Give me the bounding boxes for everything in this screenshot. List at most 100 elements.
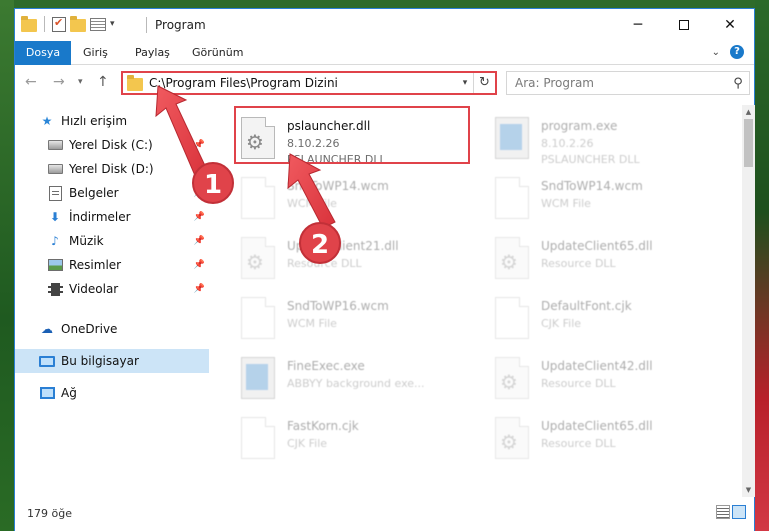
folder-icon <box>21 15 37 32</box>
tab-view[interactable]: Görünüm <box>180 41 255 65</box>
pin-icon[interactable]: 📌 <box>194 188 205 198</box>
navigation-pane: ★ Hızlı erişim Yerel Disk (C:) 📌 Yerel D… <box>15 105 209 497</box>
address-path[interactable]: C:\Program Files\Program Dizini <box>149 76 457 90</box>
quick-access-toolbar: ▾ <box>21 15 115 32</box>
address-dropdown-chevron-icon[interactable]: ▾ <box>457 78 473 88</box>
pin-icon[interactable]: 📌 <box>194 212 205 222</box>
tab-share[interactable]: Paylaş <box>123 41 182 65</box>
properties-icon[interactable] <box>52 16 66 32</box>
file-description: CJK File <box>287 437 328 450</box>
sidebar-item-label: OneDrive <box>61 322 118 336</box>
sidebar-item-label: İndirmeler <box>69 210 131 224</box>
recent-locations-chevron-icon[interactable]: ▾ <box>78 77 83 87</box>
blank-file-icon <box>495 297 529 339</box>
file-description: WCM File <box>541 197 591 210</box>
computer-icon <box>39 355 55 367</box>
title-bar: ▾ Program ─ ✕ <box>15 9 754 41</box>
file-item[interactable]: FineExec.exe ABBYY background exe... <box>235 353 471 411</box>
new-folder-icon[interactable] <box>70 15 86 32</box>
vertical-scrollbar[interactable]: ▲ ▼ <box>742 105 755 497</box>
tab-home[interactable]: Giriş <box>71 41 120 65</box>
explorer-window: ▾ Program ─ ✕ Dosya Giriş Paylaş Görünüm… <box>14 8 755 531</box>
file-name: FastKorn.cjk <box>287 419 359 433</box>
sidebar-item-label: Resimler <box>69 258 122 272</box>
sidebar-item-quick-access[interactable]: ★ Hızlı erişim <box>15 109 209 133</box>
blank-file-icon <box>495 177 529 219</box>
up-button[interactable]: ↑ <box>97 74 109 90</box>
onedrive-icon: ☁ <box>41 322 53 336</box>
sidebar-item-pictures[interactable]: Resimler 📌 <box>15 253 209 277</box>
file-name: UpdateClient42.dll <box>541 359 653 373</box>
help-icon[interactable]: ? <box>730 45 744 59</box>
file-item[interactable]: UpdateClient65.dll Resource DLL <box>489 413 725 471</box>
sidebar-item-documents[interactable]: Belgeler 📌 <box>15 181 209 205</box>
pin-icon[interactable]: 📌 <box>194 284 205 294</box>
tab-file[interactable]: Dosya <box>15 41 71 65</box>
highlight-box <box>234 106 470 164</box>
scrollbar-thumb[interactable] <box>744 119 753 167</box>
file-item[interactable]: UpdateClient21.dll Resource DLL <box>235 233 471 291</box>
divider <box>44 16 45 32</box>
tiles-view-icon[interactable] <box>732 505 746 519</box>
file-item[interactable]: FastKorn.cjk CJK File <box>235 413 471 471</box>
back-button[interactable]: ← <box>25 74 37 90</box>
sidebar-item-videos[interactable]: Videolar 📌 <box>15 277 209 301</box>
sidebar-item-downloads[interactable]: ⬇ İndirmeler 📌 <box>15 205 209 229</box>
file-description: WCM File <box>287 317 337 330</box>
sidebar-item-label: Yerel Disk (C:) <box>69 138 153 152</box>
network-icon <box>39 387 55 399</box>
documents-icon <box>48 185 62 201</box>
address-bar[interactable]: C:\Program Files\Program Dizini ▾ ↻ <box>121 71 497 95</box>
details-view-icon[interactable] <box>716 505 730 519</box>
dll-file-icon <box>495 357 529 399</box>
pin-icon[interactable]: 📌 <box>194 140 205 150</box>
refresh-button[interactable]: ↻ <box>473 73 495 93</box>
pin-icon[interactable]: 📌 <box>194 260 205 270</box>
file-item[interactable]: SndToWP16.wcm WCM File <box>235 293 471 351</box>
file-name: UpdateClient65.dll <box>541 419 653 433</box>
ribbon: Dosya Giriş Paylaş Görünüm ⌄ ? <box>15 41 754 65</box>
minimize-button[interactable]: ─ <box>615 9 661 41</box>
expand-ribbon-icon[interactable]: ⌄ <box>712 47 720 58</box>
file-item[interactable]: program.exe 8.10.2.26 PSLAUNCHER DLL <box>489 113 725 171</box>
sidebar-item-network[interactable]: Ağ <box>15 381 209 405</box>
pin-icon[interactable]: 📌 <box>194 164 205 174</box>
drive-icon <box>47 140 63 150</box>
forward-button[interactable]: → <box>53 74 65 90</box>
file-item[interactable]: UpdateClient65.dll Resource DLL <box>489 233 725 291</box>
drive-icon <box>47 164 63 174</box>
view-icon[interactable] <box>90 17 106 31</box>
file-item[interactable]: DefaultFont.cjk CJK File <box>489 293 725 351</box>
divider <box>146 17 147 33</box>
file-description: Resource DLL <box>541 437 616 450</box>
music-icon: ♪ <box>51 234 59 248</box>
blank-file-icon <box>241 177 275 219</box>
scroll-up-icon[interactable]: ▲ <box>742 105 755 119</box>
file-version: 8.10.2.26 <box>541 137 594 150</box>
customize-toolbar-chevron-icon[interactable]: ▾ <box>110 19 115 29</box>
star-icon: ★ <box>41 114 53 128</box>
scroll-down-icon[interactable]: ▼ <box>742 483 755 497</box>
file-item[interactable]: SndToWP14.wcm WCM File <box>489 173 725 231</box>
file-item[interactable]: UpdateClient42.dll Resource DLL <box>489 353 725 411</box>
sidebar-item-local-disk-d[interactable]: Yerel Disk (D:) 📌 <box>15 157 209 181</box>
file-description: CJK File <box>541 317 582 330</box>
pictures-icon <box>47 259 63 271</box>
sidebar-item-local-disk-c[interactable]: Yerel Disk (C:) 📌 <box>15 133 209 157</box>
exe-file-icon <box>241 357 275 399</box>
pin-icon[interactable]: 📌 <box>194 236 205 246</box>
search-input[interactable]: Ara: Program <box>507 76 727 90</box>
maximize-button[interactable] <box>661 9 707 41</box>
sidebar-item-this-pc[interactable]: Bu bilgisayar <box>15 349 209 373</box>
sidebar-item-onedrive[interactable]: ☁ OneDrive <box>15 317 209 341</box>
file-item[interactable]: SndToWP14.wcm WCM File <box>235 173 471 231</box>
close-button[interactable]: ✕ <box>707 9 753 41</box>
sidebar-item-music[interactable]: ♪ Müzik 📌 <box>15 229 209 253</box>
file-description: Resource DLL <box>287 257 362 270</box>
search-icon[interactable]: ⚲ <box>727 76 749 91</box>
desktop-background-left <box>0 0 14 531</box>
sidebar-item-label: Videolar <box>69 282 119 296</box>
search-box[interactable]: Ara: Program ⚲ <box>506 71 750 95</box>
blank-file-icon <box>241 297 275 339</box>
sidebar-item-label: Müzik <box>69 234 104 248</box>
